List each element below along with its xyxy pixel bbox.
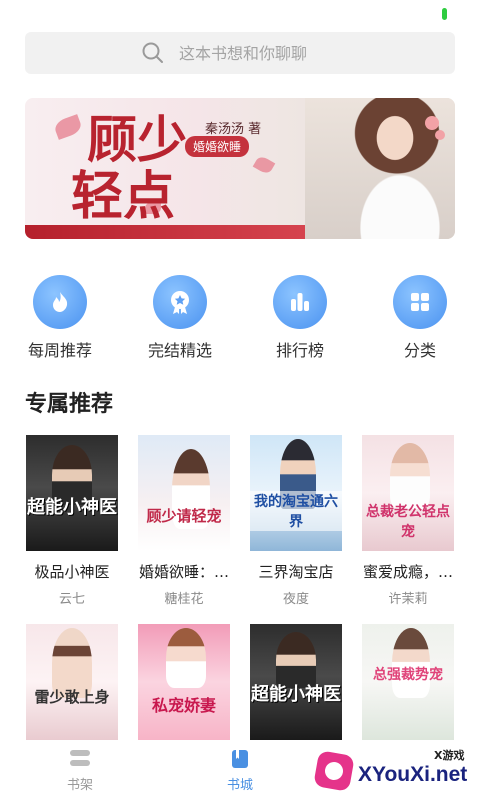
book-author: 许茉莉 bbox=[388, 592, 428, 607]
nav-weekly-recommend[interactable]: 每周推荐 bbox=[0, 275, 120, 361]
search-icon bbox=[142, 42, 163, 63]
quick-nav: 每周推荐 完结精选 排行榜 分类 bbox=[0, 275, 480, 361]
book-card[interactable]: 超能小神医 bbox=[250, 624, 342, 740]
banner-title-line2: 轻点 bbox=[71, 166, 176, 227]
cover-title: 我的淘宝通六界 bbox=[250, 491, 342, 531]
star-badge-icon bbox=[153, 275, 207, 329]
bookshelf-icon bbox=[70, 749, 90, 766]
tab-bookshelf[interactable]: 书架 bbox=[0, 740, 160, 800]
book-card[interactable]: 总强裁势宠 bbox=[362, 624, 454, 740]
banner-subtitle: 婚婚欲睡 bbox=[185, 136, 250, 157]
cover-title: 雷少敢上身 bbox=[34, 688, 110, 706]
cover-title: 私宠娇妻 bbox=[151, 696, 216, 715]
promo-banner[interactable]: 顾少 轻点 秦汤汤 著 婚婚欲睡 bbox=[25, 98, 455, 239]
book-title: 蜜爱成瘾，… bbox=[362, 563, 453, 581]
tab-bookstore[interactable]: 书城 bbox=[160, 740, 320, 800]
book-card[interactable]: 顾少请轻宠 婚婚欲睡：… 糖桂花 bbox=[138, 435, 230, 607]
watermark-big-text: XYouXi.net bbox=[358, 763, 468, 786]
search-input[interactable] bbox=[179, 43, 339, 63]
book-card[interactable]: 总裁老公轻点宠 蜜爱成瘾，… 许茉莉 bbox=[362, 435, 454, 607]
book-cover: 超能小神医 bbox=[26, 435, 118, 551]
book-card[interactable]: 我的淘宝通六界 三界淘宝店 夜度 bbox=[250, 435, 342, 607]
cover-title: 超能小神医 bbox=[27, 497, 117, 518]
book-card[interactable]: 雷少敢上身 bbox=[26, 624, 118, 740]
cover-title: 超能小神医 bbox=[251, 684, 341, 705]
flower-decoration bbox=[425, 116, 439, 130]
nav-label: 排行榜 bbox=[275, 341, 324, 360]
book-cover: 我的淘宝通六界 bbox=[250, 435, 342, 551]
book-title: 极品小神医 bbox=[34, 563, 110, 581]
book-title: 婚婚欲睡：… bbox=[138, 563, 229, 581]
cover-figure bbox=[166, 628, 206, 688]
book-icon bbox=[232, 749, 248, 768]
book-title: 三界淘宝店 bbox=[258, 563, 334, 581]
book-cover: 总强裁势宠 bbox=[362, 624, 454, 740]
banner-cover-image bbox=[305, 98, 455, 239]
book-author: 糖桂花 bbox=[164, 592, 204, 607]
tab-label: 书城 bbox=[226, 777, 253, 793]
cover-figure bbox=[390, 443, 430, 509]
watermark-small-text: X游戏 bbox=[434, 749, 465, 762]
book-cover: 顾少请轻宠 bbox=[138, 435, 230, 551]
grid-icon bbox=[393, 275, 447, 329]
book-card[interactable]: 超能小神医 极品小神医 云七 bbox=[26, 435, 118, 607]
book-cover: 私宠娇妻 bbox=[138, 624, 230, 740]
nav-ranking[interactable]: 排行榜 bbox=[240, 275, 360, 361]
status-indicator bbox=[442, 8, 447, 20]
flower-decoration bbox=[435, 130, 445, 140]
section-title: 专属推荐 bbox=[25, 392, 114, 417]
watermark: X游戏 XYouXi.net bbox=[312, 743, 480, 800]
cover-title: 总强裁势宠 bbox=[373, 667, 443, 683]
book-cover: 总裁老公轻点宠 bbox=[362, 435, 454, 551]
nav-category[interactable]: 分类 bbox=[360, 275, 480, 361]
book-card[interactable]: 私宠娇妻 bbox=[138, 624, 230, 740]
nav-completed-picks[interactable]: 完结精选 bbox=[120, 275, 240, 361]
cover-title: 总裁老公轻点宠 bbox=[366, 504, 450, 540]
banner-author: 秦汤汤 著 bbox=[205, 122, 262, 137]
book-cover: 雷少敢上身 bbox=[26, 624, 118, 740]
book-author: 云七 bbox=[58, 592, 85, 607]
book-cover: 超能小神医 bbox=[250, 624, 342, 740]
nav-label: 完结精选 bbox=[147, 341, 212, 360]
watermark-logo-icon bbox=[313, 750, 355, 792]
petal-decoration bbox=[252, 154, 276, 176]
book-author: 夜度 bbox=[282, 592, 309, 607]
nav-label: 每周推荐 bbox=[27, 341, 92, 360]
petal-decoration bbox=[52, 114, 84, 140]
cover-figure bbox=[392, 628, 430, 698]
cover-title: 顾少请轻宠 bbox=[146, 507, 222, 525]
search-bar[interactable] bbox=[25, 32, 455, 74]
tab-label: 书架 bbox=[66, 777, 93, 793]
flame-icon bbox=[33, 275, 87, 329]
nav-label: 分类 bbox=[403, 341, 436, 360]
bar-chart-icon bbox=[273, 275, 327, 329]
